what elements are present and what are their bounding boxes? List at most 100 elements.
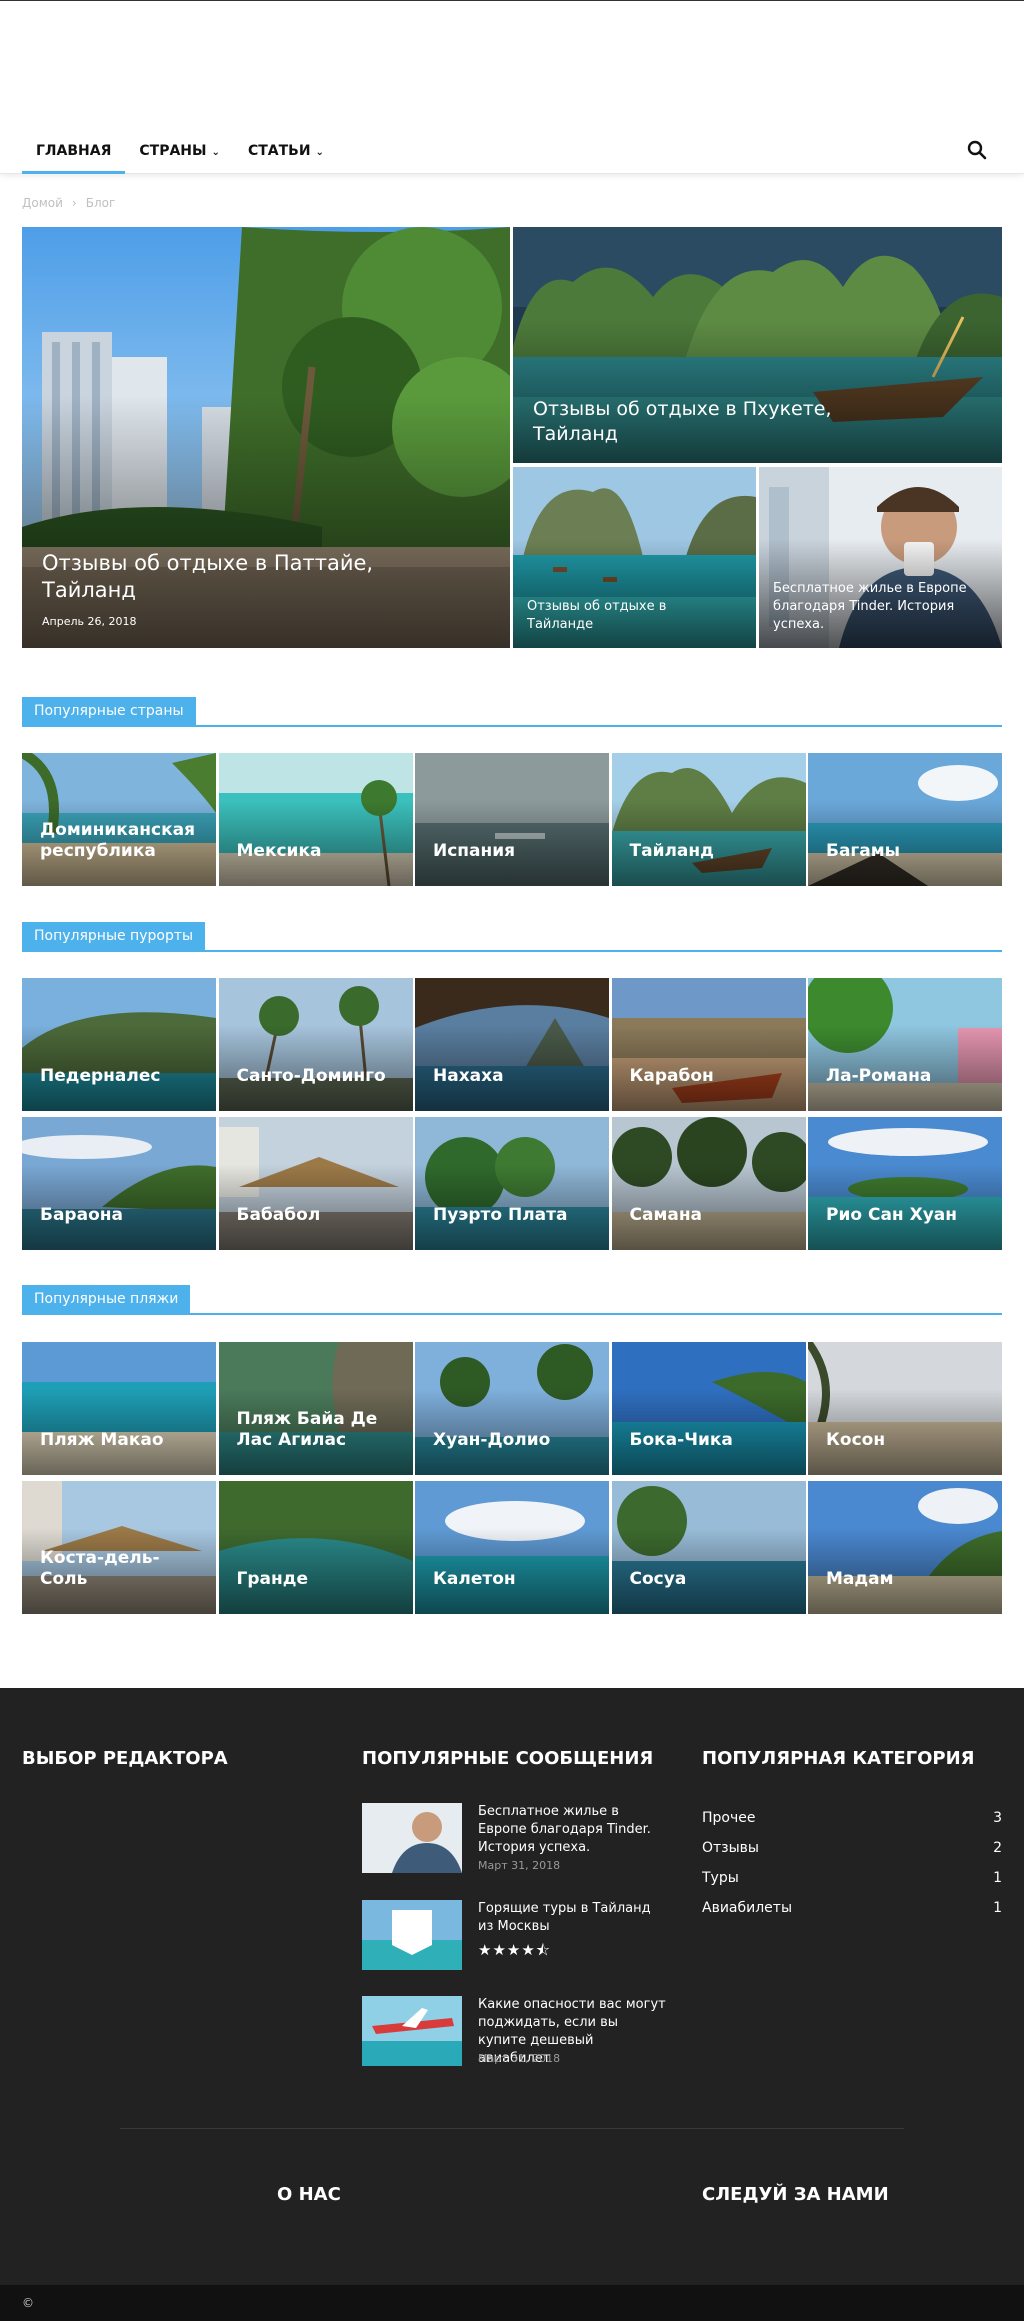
resort-card-karabon-label: Карабон: [629, 1066, 714, 1086]
footer-category-tours-name: Туры: [702, 1870, 739, 1886]
footer-category-reviews-count: 2: [993, 1840, 1002, 1856]
resorts-grid: Педерналес Санто-Доминго Нахаха Карабон …: [22, 978, 1002, 1250]
beach-card-grande[interactable]: Гранде: [218, 1481, 413, 1614]
featured-post-thailand[interactable]: Отзывы об отдыхе в Тайланде: [513, 467, 756, 648]
beach-card-costa-del-sol-label: Коста-дель-Соль: [40, 1548, 160, 1589]
featured-post-phuket-title[interactable]: Отзывы об отдыхе в Пхукете, Тайланд: [533, 397, 883, 447]
footer-post-tours-thumb[interactable]: [362, 1900, 462, 1970]
beach-card-grande-label: Гранде: [236, 1569, 308, 1589]
country-card-dominican[interactable]: Доминиканская республика: [22, 753, 216, 886]
resort-card-puerto-plata[interactable]: Пуэрто Плата: [415, 1117, 609, 1250]
featured-post-main-title[interactable]: Отзывы об отдыхе в Паттайе, Тайланд: [42, 550, 422, 604]
resort-card-rio-san-juan-label: Рио Сан Хуан: [826, 1205, 957, 1225]
footer-post-tours-title[interactable]: Горящие туры в Тайланд из Москвы: [478, 1900, 668, 1936]
beach-card-madam-label: Мадам: [826, 1569, 894, 1589]
resort-card-santo-domingo[interactable]: Санто-Доминго: [218, 978, 413, 1111]
featured-post-tinder-title[interactable]: Бесплатное жилье в Европе благодаря Tind…: [773, 580, 998, 634]
beach-card-caleton[interactable]: Калетон: [415, 1481, 609, 1614]
menu-item-articles[interactable]: СТАТЬИ ⌄: [234, 129, 338, 174]
resort-card-santo-domingo-label: Санто-Доминго: [236, 1066, 386, 1086]
image-overlay: [22, 395, 510, 648]
footer-category-other[interactable]: Прочее 3: [702, 1810, 1002, 1830]
footer-post-tours[interactable]: Горящие туры в Тайланд из Москвы ★★★★⯪: [362, 1900, 662, 1970]
section-title-countries-label[interactable]: Популярные страны: [22, 697, 196, 725]
beach-card-koson-label: Косон: [826, 1430, 886, 1450]
beaches-grid: Пляж Макао Пляж Байа Де Лас Агилас Хуан-…: [22, 1342, 1002, 1614]
beach-card-koson[interactable]: Косон: [808, 1342, 1002, 1475]
resort-card-nahaha[interactable]: Нахаха: [415, 978, 609, 1111]
footer-editor-title: ВЫБОР РЕДАКТОРА: [22, 1748, 228, 1769]
resort-card-pedernales-label: Педерналес: [40, 1066, 161, 1086]
section-title-countries: Популярные страны: [22, 697, 1002, 727]
menu-item-countries-label: СТРАНЫ: [139, 143, 207, 159]
rating-stars-icon: ★★★★⯪: [478, 1941, 551, 1959]
countries-grid: Доминиканская республика Мексика Испания…: [22, 753, 1002, 886]
menu-item-articles-label: СТАТЬИ: [247, 143, 311, 159]
search-icon[interactable]: [966, 139, 988, 161]
featured-post-main-date: Апрель 26, 2018: [42, 615, 137, 628]
section-title-beaches-label[interactable]: Популярные пляжи: [22, 1285, 191, 1313]
featured-post-phuket[interactable]: Отзывы об отдыхе в Пхукете, Тайланд: [513, 227, 1002, 463]
breadcrumb: Домой › Блог: [22, 196, 115, 210]
footer-category-reviews[interactable]: Отзывы 2: [702, 1840, 1002, 1860]
section-title-resorts-label[interactable]: Популярные пурорты: [22, 922, 206, 950]
footer-category-tours[interactable]: Туры 1: [702, 1870, 1002, 1890]
footer-category-tickets[interactable]: Авиабилеты 1: [702, 1900, 1002, 1920]
country-card-bahamas[interactable]: Багамы: [808, 753, 1002, 886]
breadcrumb-home[interactable]: Домой: [22, 196, 63, 210]
beach-card-boca-chica[interactable]: Бока-Чика: [611, 1342, 806, 1475]
featured-post-main[interactable]: Отзывы об отдыхе в Паттайе, Тайланд Апре…: [22, 227, 510, 648]
site-footer: ВЫБОР РЕДАКТОРА ПОПУЛЯРНЫЕ СООБЩЕНИЯ ПОП…: [0, 1688, 1024, 2285]
country-card-bahamas-label: Багамы: [826, 841, 901, 861]
footer-post-tinder-thumb[interactable]: [362, 1803, 462, 1873]
resort-card-barahona[interactable]: Бараона: [22, 1117, 216, 1250]
beach-card-juan-dolio-label: Хуан-Долио: [433, 1430, 551, 1450]
beach-card-bahia-de-las-aguilas[interactable]: Пляж Байа Де Лас Агилас: [218, 1342, 413, 1475]
footer-post-tickets-date: Март 31, 2018: [478, 2052, 561, 2065]
country-card-thailand-label: Тайланд: [629, 841, 714, 861]
resort-card-karabon[interactable]: Карабон: [611, 978, 806, 1111]
beach-card-juan-dolio[interactable]: Хуан-Долио: [415, 1342, 609, 1475]
country-card-mexico-label: Мексика: [236, 841, 322, 861]
beach-card-bahia-de-las-aguilas-label: Пляж Байа Де Лас Агилас: [236, 1409, 378, 1450]
featured-post-tinder[interactable]: Бесплатное жилье в Европе благодаря Tind…: [759, 467, 1002, 648]
beach-card-boca-chica-label: Бока-Чика: [629, 1430, 733, 1450]
resort-card-pedernales[interactable]: Педерналес: [22, 978, 216, 1111]
country-card-spain-label: Испания: [433, 841, 516, 861]
resort-card-rio-san-juan[interactable]: Рио Сан Хуан: [808, 1117, 1002, 1250]
resort-card-bababol[interactable]: Бабабол: [218, 1117, 413, 1250]
menu-item-home[interactable]: ГЛАВНАЯ: [22, 129, 126, 174]
footer-post-tinder-date: Март 31, 2018: [478, 1859, 561, 1872]
resort-card-samana-label: Самана: [629, 1205, 703, 1225]
chevron-down-icon: ⌄: [315, 147, 324, 158]
beach-card-sosua[interactable]: Сосуа: [611, 1481, 806, 1614]
country-card-mexico[interactable]: Мексика: [218, 753, 413, 886]
footer-category-other-name: Прочее: [702, 1810, 756, 1826]
footer-post-tinder-title[interactable]: Бесплатное жилье в Европе благодаря Tind…: [478, 1803, 668, 1857]
resort-card-la-romana[interactable]: Ла-Романа: [808, 978, 1002, 1111]
main-menu: ГЛАВНАЯ СТРАНЫ ⌄ СТАТЬИ ⌄: [22, 129, 338, 174]
resort-card-la-romana-label: Ла-Романа: [826, 1066, 932, 1086]
beach-card-costa-del-sol[interactable]: Коста-дель-Соль: [22, 1481, 216, 1614]
featured-posts-grid: Отзывы об отдыхе в Паттайе, Тайланд Апре…: [22, 227, 1002, 648]
copyright-text: ©: [22, 2296, 34, 2310]
footer-category-tickets-name: Авиабилеты: [702, 1900, 793, 1916]
menu-item-home-label: ГЛАВНАЯ: [36, 143, 112, 159]
footer-post-tickets[interactable]: Какие опасности вас могут поджидать, есл…: [362, 1996, 666, 2066]
footer-category-tickets-count: 1: [993, 1900, 1002, 1916]
footer-post-tickets-thumb[interactable]: [362, 1996, 462, 2066]
country-card-spain[interactable]: Испания: [415, 753, 609, 886]
featured-post-thailand-title[interactable]: Отзывы об отдыхе в Тайланде: [527, 598, 727, 634]
hot-tours-thumb-image: [362, 1900, 462, 1970]
footer-post-tinder[interactable]: Бесплатное жилье в Европе благодаря Tind…: [362, 1803, 662, 1873]
beach-card-macao[interactable]: Пляж Макао: [22, 1342, 216, 1475]
resort-card-nahaha-label: Нахаха: [433, 1066, 504, 1086]
beach-card-madam[interactable]: Мадам: [808, 1481, 1002, 1614]
breadcrumb-separator: ›: [71, 196, 77, 210]
resort-card-samana[interactable]: Самана: [611, 1117, 806, 1250]
menu-item-countries[interactable]: СТРАНЫ ⌄: [125, 129, 234, 174]
footer-divider: [120, 2128, 904, 2129]
footer-category-reviews-name: Отзывы: [702, 1840, 759, 1856]
section-title-resorts: Популярные пурорты: [22, 922, 1002, 952]
country-card-thailand[interactable]: Тайланд: [611, 753, 806, 886]
